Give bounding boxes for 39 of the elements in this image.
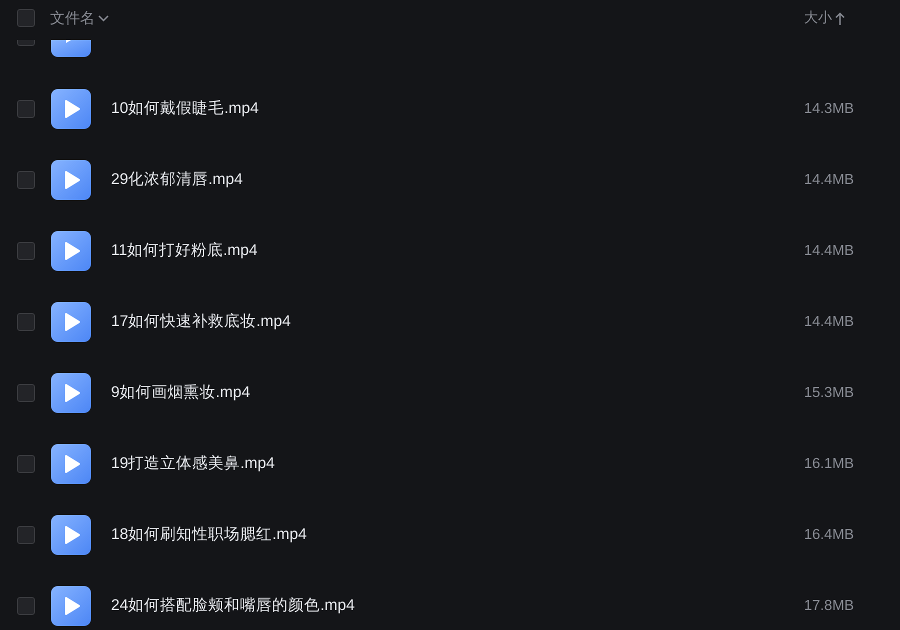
row-checkbox[interactable] [17,596,35,614]
row-checkbox[interactable] [17,526,35,544]
row-checkbox[interactable] [17,384,35,402]
size-column-header[interactable]: 大小 [804,9,858,27]
file-name[interactable]: 24如何搭配脸颊和嘴唇的颜色.mp4 [111,595,355,616]
row-checkbox[interactable] [17,40,35,46]
file-size: 14.4MB [804,314,855,330]
video-file-icon [51,514,91,554]
video-file-icon [51,88,91,128]
row-checkbox[interactable] [17,100,35,118]
video-file-icon [51,444,91,484]
video-file-icon [51,40,91,57]
video-file-icon [51,160,91,200]
file-size: 14.4MB [804,172,855,188]
row-checkbox[interactable] [17,170,35,188]
file-name[interactable]: 19打造立体感美鼻.mp4 [111,453,275,474]
row-checkbox[interactable] [17,454,35,472]
file-size: 14.3MB [804,100,855,116]
video-file-icon [51,586,91,626]
file-size: 14.4MB [804,242,855,258]
row-checkbox[interactable] [17,312,35,330]
video-file-icon [51,372,91,412]
select-all-checkbox[interactable] [17,9,35,27]
name-column-header[interactable]: 文件名 [50,8,109,28]
chevron-down-icon [98,14,109,22]
video-file-icon [51,230,91,270]
file-name[interactable]: 29化浓郁清唇.mp4 [111,169,243,190]
file-name[interactable]: 18如何刷知性职场腮红.mp4 [111,524,307,545]
file-size: 16.4MB [804,526,855,542]
arrow-up-icon [835,12,845,24]
file-name[interactable]: 17如何快速补救底妆.mp4 [111,311,291,332]
file-name[interactable]: 11如何打好粉底.mp4 [111,240,258,261]
file-size: 17.8MB [804,598,855,614]
file-name[interactable]: 9如何画烟熏妆.mp4 [111,382,250,403]
file-size: 15.3MB [804,384,855,400]
file-size: 16.1MB [804,456,855,472]
video-file-icon [51,302,91,342]
row-checkbox[interactable] [17,242,35,260]
file-name[interactable]: 10如何戴假睫毛.mp4 [111,98,259,119]
